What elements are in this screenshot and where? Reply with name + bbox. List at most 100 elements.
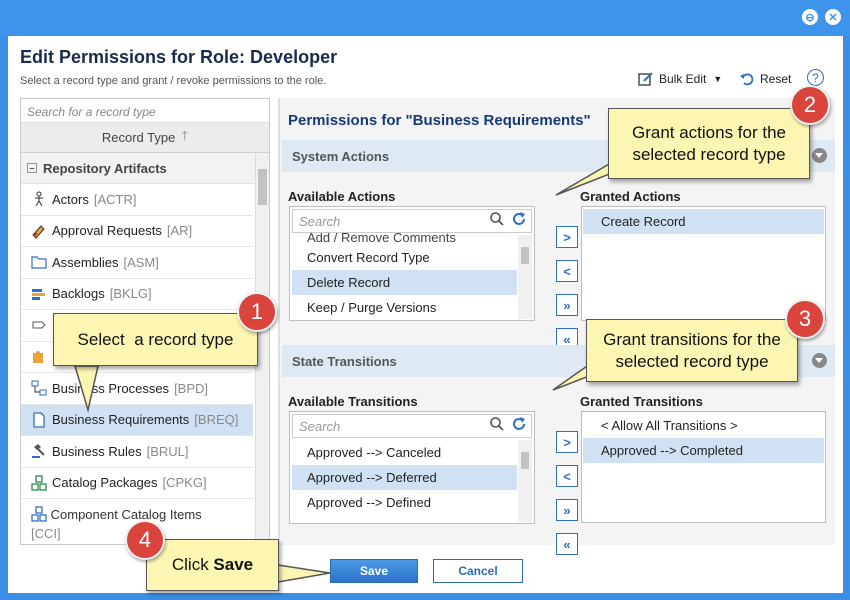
transition-item[interactable]: Approved --> Defined — [292, 490, 517, 515]
step-4-badge: 4 — [125, 520, 165, 560]
actions-scrollbar[interactable] — [518, 235, 532, 319]
reset-icon — [740, 73, 754, 86]
transitions-search-input[interactable]: Search — [292, 414, 532, 438]
expand-toggle-icon[interactable] — [812, 148, 827, 163]
group-repository-artifacts[interactable]: – Repository Artifacts — [21, 153, 269, 184]
close-icon[interactable]: ✕ — [825, 9, 841, 25]
record-type-name: Component Catalog Items — [50, 507, 202, 522]
record-type-name: Business Processes — [52, 380, 170, 396]
revoke-action-button[interactable]: < — [556, 260, 578, 282]
record-type-business-requirements[interactable]: Business Requirements [BREQ] — [21, 404, 253, 436]
minimize-icon[interactable]: ⊖ — [802, 9, 818, 25]
scrollbar-thumb[interactable] — [521, 452, 529, 469]
step-1-badge: 1 — [237, 292, 277, 332]
action-item[interactable]: Delete Record — [292, 270, 517, 295]
chevron-down-icon: ▼ — [713, 74, 723, 84]
record-type-tag: [AR] — [166, 223, 193, 239]
record-type-tag: [CCI] — [31, 526, 61, 541]
double-chevron-left-icon: « — [563, 536, 571, 552]
bulk-edit-label: Bulk Edit — [659, 72, 707, 86]
reset-button[interactable]: Reset — [739, 71, 791, 87]
record-type-backlogs[interactable]: Backlogs [BKLG] — [21, 279, 253, 310]
record-type-name: Business Requirements — [52, 412, 190, 428]
expand-toggle-icon[interactable] — [812, 353, 827, 368]
revoke-all-transitions-button[interactable]: « — [556, 533, 578, 555]
callout-click-save: Click Save — [146, 539, 279, 591]
available-transitions-list: Approved --> Canceled Approved --> Defer… — [289, 411, 535, 524]
package-icon — [31, 475, 47, 491]
transition-item[interactable]: Approved --> Canceled — [292, 440, 517, 465]
record-type-catalog-packages[interactable]: Catalog Packages [CPKG] — [21, 468, 253, 499]
transitions-scrollbar[interactable] — [518, 440, 532, 522]
revoke-transition-button[interactable]: < — [556, 465, 578, 487]
scrollbar-thumb[interactable] — [521, 247, 529, 264]
granted-actions-label: Granted Actions — [580, 189, 681, 204]
grant-all-transitions-button[interactable]: » — [556, 499, 578, 521]
record-type-header-label: Record Type — [101, 130, 176, 145]
actor-icon — [35, 191, 43, 207]
folder-icon — [31, 256, 47, 269]
puzzle-icon — [33, 350, 43, 363]
action-item[interactable]: Convert Record Type — [292, 245, 517, 270]
record-type-name: Business Rules — [52, 443, 142, 459]
record-type-assemblies[interactable]: Assemblies [ASM] — [21, 247, 253, 279]
record-type-business-rules[interactable]: Business Rules [BRUL] — [21, 436, 253, 468]
actions-search-input[interactable]: Search — [292, 209, 532, 233]
chevron-right-icon: > — [563, 434, 571, 450]
grant-transition-button[interactable]: > — [556, 431, 578, 453]
record-type-tag: [BKLG] — [109, 286, 152, 302]
callout-text-line1: Grant actions for the — [631, 122, 787, 142]
callout-select-record-type: Select a record type — [53, 313, 258, 366]
granted-transitions-list: < Allow All Transitions > Approved --> C… — [581, 411, 826, 523]
step-2-badge: 2 — [790, 85, 830, 125]
chevron-right-icon: > — [563, 229, 571, 245]
search-placeholder: Search — [299, 214, 341, 229]
approval-icon — [32, 225, 45, 239]
section-label: System Actions — [292, 149, 390, 164]
cancel-button[interactable]: Cancel — [433, 559, 523, 583]
process-icon — [31, 380, 47, 396]
record-type-tag: [CPKG] — [162, 475, 207, 491]
sort-up-icon: 🡑 — [181, 127, 189, 143]
bulk-edit-menu[interactable]: Bulk Edit ▼ — [638, 71, 722, 87]
dialog-subtitle: Select a record type and grant / revoke … — [20, 75, 327, 87]
record-type-approval-requests[interactable]: Approval Requests [AR] — [21, 216, 253, 247]
callout-text-prefix: Click — [171, 555, 214, 574]
scrollbar-thumb[interactable] — [258, 169, 267, 205]
grant-all-actions-button[interactable]: » — [556, 294, 578, 316]
refresh-icon[interactable] — [511, 211, 527, 230]
record-type-tag: [BPD] — [174, 380, 209, 396]
grant-action-button[interactable]: > — [556, 226, 578, 248]
refresh-icon[interactable] — [511, 416, 527, 435]
record-type-business-processes[interactable]: Business Processes [BPD] — [21, 373, 253, 405]
record-type-tag: [BRUL] — [146, 443, 189, 459]
granted-transition-item[interactable]: Approved --> Completed — [583, 438, 824, 463]
double-chevron-right-icon: » — [563, 297, 571, 313]
granted-action-item[interactable]: Create Record — [583, 209, 824, 234]
action-item[interactable]: Keep / Purge Versions — [292, 295, 517, 320]
record-type-column-header[interactable]: Record Type 🡑 — [21, 123, 269, 153]
record-type-tag: [BREQ] — [194, 412, 239, 428]
callout-grant-actions: Grant actions for the selected record ty… — [608, 108, 810, 179]
callout-text: Select a record type — [77, 329, 234, 349]
search-placeholder: Search — [299, 419, 341, 434]
search-icon[interactable] — [489, 416, 505, 435]
collapse-icon[interactable]: – — [27, 163, 37, 173]
component-icon — [31, 506, 47, 522]
transition-item[interactable]: Approved --> Deferred — [292, 465, 517, 490]
record-type-name: Actors — [52, 191, 89, 207]
search-icon[interactable] — [489, 211, 505, 230]
save-button[interactable]: Save — [330, 559, 418, 583]
callout-grant-transitions: Grant transitions for the selected recor… — [586, 319, 798, 382]
document-icon — [33, 412, 45, 428]
record-type-name: Backlogs — [52, 286, 105, 302]
record-type-name: Approval Requests — [52, 223, 162, 239]
record-type-actors[interactable]: Actors [ACTR] — [21, 184, 253, 216]
available-actions-list: Add / Remove Comments Convert Record Typ… — [289, 206, 535, 321]
dialog-title: Edit Permissions for Role: Developer — [20, 47, 338, 67]
help-button[interactable]: ? — [807, 69, 824, 86]
granted-transition-item[interactable]: < Allow All Transitions > — [583, 413, 824, 438]
granted-transitions-label: Granted Transitions — [580, 394, 703, 409]
record-type-search-input[interactable]: Search for a record type — [21, 99, 269, 123]
record-type-tag: [ACTR] — [93, 191, 137, 207]
